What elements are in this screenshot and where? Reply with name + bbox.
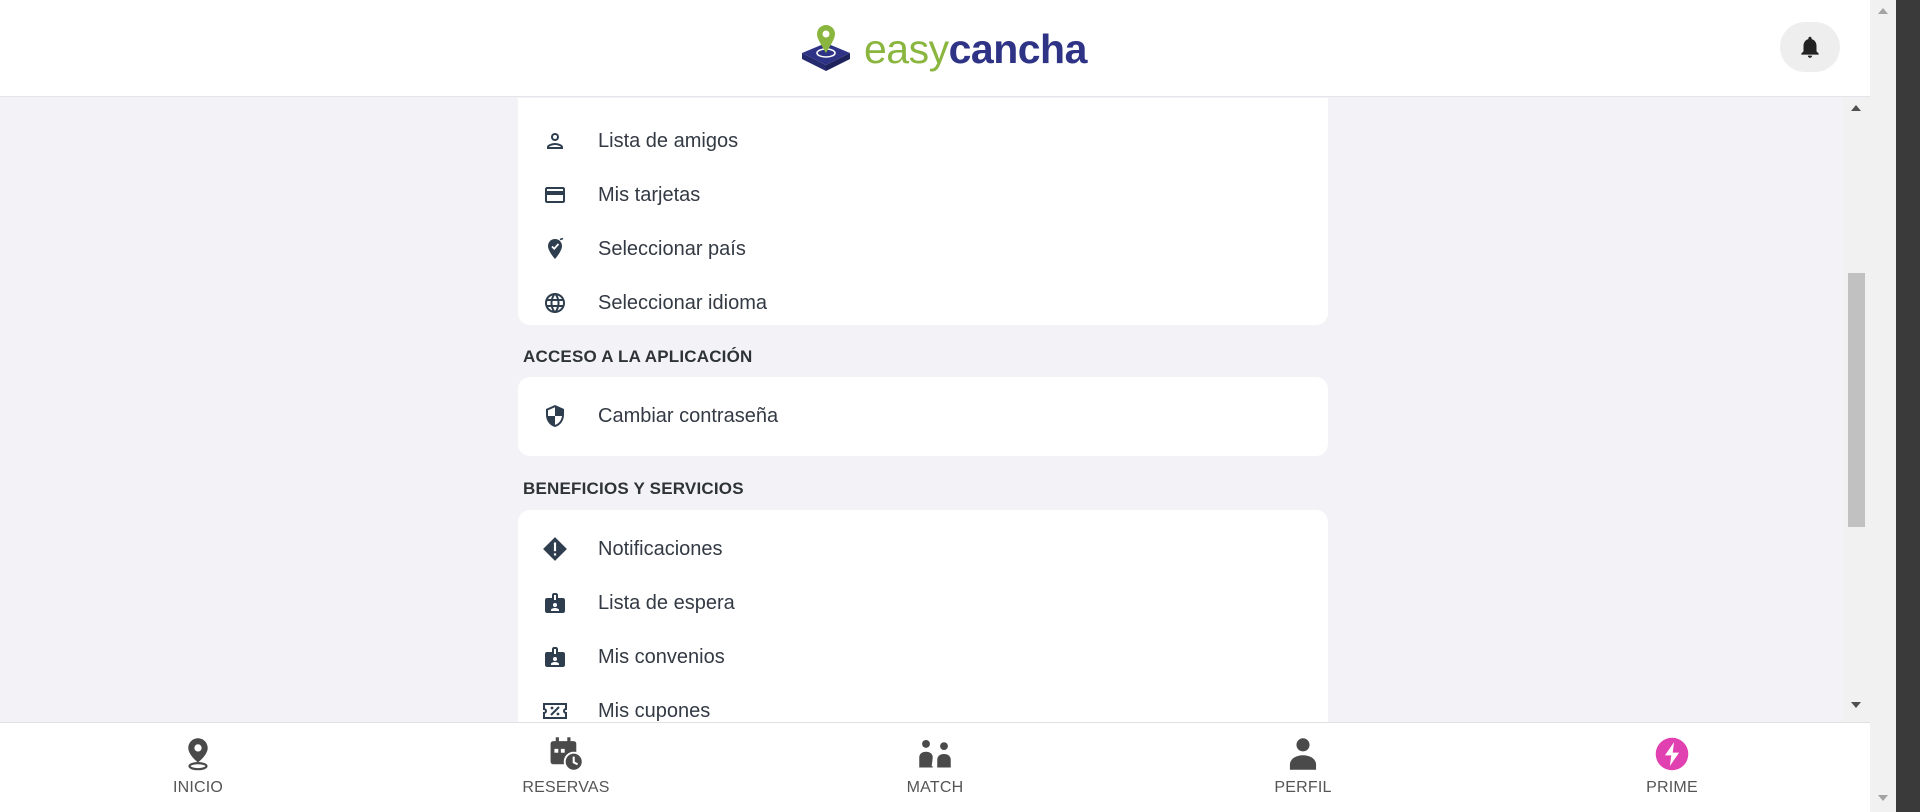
menu-item-label: Seleccionar idioma	[598, 291, 767, 314]
section-title-beneficios: BENEFICIOS Y SERVICIOS	[523, 479, 744, 498]
lightning-icon	[1654, 735, 1690, 773]
menu-item-seleccionar-idioma[interactable]: Seleccionar idioma	[518, 276, 1328, 330]
menu-item-label: Lista de espera	[598, 591, 735, 614]
notifications-button[interactable]	[1780, 22, 1840, 72]
person-icon	[542, 128, 568, 154]
logo-easy: easy	[864, 25, 949, 72]
menu-item-mis-convenios[interactable]: Mis convenios	[518, 630, 1328, 684]
scroll-down-arrow[interactable]	[1851, 702, 1861, 708]
nav-label: PRIME	[1646, 779, 1698, 796]
app-access-card: Cambiar contraseña	[518, 377, 1328, 456]
menu-item-label: Cambiar contraseña	[598, 404, 779, 427]
menu-item-notificaciones[interactable]: Notificaciones	[518, 522, 1328, 576]
nav-perfil[interactable]: PERFIL	[1233, 735, 1373, 797]
person-icon	[1285, 735, 1321, 773]
menu-item-label: Notificaciones	[598, 537, 723, 560]
menu-item-cambiar-contrasena[interactable]: Cambiar contraseña	[518, 389, 1328, 443]
scroll-thumb[interactable]	[1848, 273, 1865, 527]
app-header: easycancha	[0, 0, 1870, 97]
menu-item-label: Seleccionar país	[598, 237, 746, 260]
menu-item-mis-tarjetas[interactable]: Mis tarjetas	[518, 168, 1328, 222]
menu-item-label: Mis convenios	[598, 645, 725, 668]
nav-match[interactable]: MATCH	[865, 735, 1005, 797]
shield-icon	[542, 403, 568, 429]
location-pin-icon	[180, 735, 216, 773]
credit-card-icon	[542, 182, 568, 208]
bell-icon	[1801, 36, 1819, 58]
badge-icon	[542, 644, 568, 670]
section-title-acceso: ACCESO A LA APLICACIÓN	[523, 347, 753, 366]
nav-label: PERFIL	[1274, 779, 1332, 796]
nav-label: INICIO	[172, 779, 224, 796]
coupon-icon	[542, 698, 568, 722]
easycancha-logo[interactable]: easycancha	[800, 22, 1087, 76]
scroll-up-arrow[interactable]	[1851, 105, 1861, 111]
nav-reservas[interactable]: RESERVAS	[496, 735, 636, 797]
bottom-navigation: INICIO RESERVAS MATCH PERFIL PRIME	[0, 722, 1870, 812]
logo-cancha: cancha	[948, 25, 1088, 72]
page-scrollbar[interactable]	[1870, 0, 1896, 812]
window-edge	[1896, 0, 1920, 812]
nav-prime[interactable]: PRIME	[1602, 735, 1742, 797]
logo-pin-icon	[802, 25, 850, 71]
account-card: Lista de amigos Mis tarjetas Seleccionar…	[518, 98, 1328, 325]
menu-item-label: Mis cupones	[598, 699, 711, 722]
content-scrollbar[interactable]	[1843, 97, 1870, 722]
menu-item-label: Mis tarjetas	[598, 183, 701, 206]
badge-icon	[542, 590, 568, 616]
page-scroll-down-arrow[interactable]	[1878, 795, 1888, 801]
nav-label: MATCH	[906, 779, 964, 796]
nav-inicio[interactable]: INICIO	[128, 735, 268, 797]
menu-item-seleccionar-pais[interactable]: Seleccionar país	[518, 222, 1328, 276]
globe-icon	[542, 290, 568, 316]
menu-item-lista-de-espera[interactable]: Lista de espera	[518, 576, 1328, 630]
location-check-icon	[542, 236, 568, 262]
players-icon	[917, 735, 953, 773]
calendar-clock-icon	[548, 735, 584, 773]
menu-item-label: Lista de amigos	[598, 129, 739, 152]
page-scroll-up-arrow[interactable]	[1878, 8, 1888, 14]
menu-item-mis-cupones[interactable]: Mis cupones	[518, 684, 1328, 722]
logo-wordmark: easycancha	[864, 25, 1088, 72]
nav-label: RESERVAS	[522, 779, 610, 796]
benefits-card: Notificaciones Lista de espera Mis conve…	[518, 510, 1328, 722]
menu-item-lista-de-amigos[interactable]: Lista de amigos	[518, 114, 1328, 168]
warning-diamond-icon	[542, 536, 568, 562]
settings-content: Lista de amigos Mis tarjetas Seleccionar…	[0, 98, 1870, 722]
